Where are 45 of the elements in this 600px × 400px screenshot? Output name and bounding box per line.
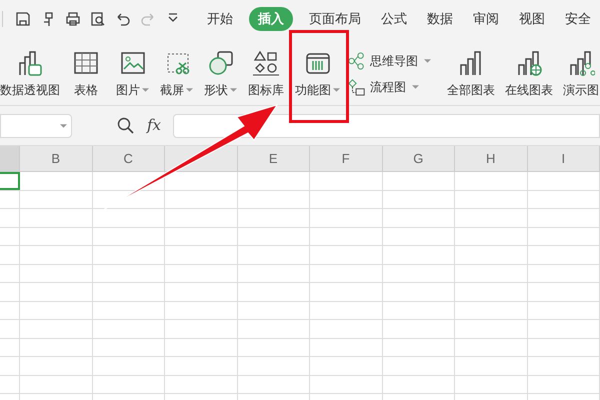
print-preview-icon[interactable] bbox=[90, 11, 106, 27]
menu-tab[interactable]: 审阅 bbox=[469, 7, 503, 31]
zoom-icon[interactable] bbox=[117, 116, 135, 134]
ribbon-button[interactable]: 截屏 bbox=[156, 48, 197, 98]
column-header[interactable]: F bbox=[310, 146, 382, 171]
caret-icon bbox=[230, 88, 237, 92]
caret-icon bbox=[412, 84, 419, 88]
ribbon-button[interactable]: 图标库 bbox=[244, 48, 288, 98]
menu-tab[interactable]: 安全 bbox=[561, 7, 595, 31]
caret-icon bbox=[186, 88, 193, 92]
caret-icon bbox=[424, 58, 431, 62]
caret-icon bbox=[60, 124, 67, 128]
menu-tab[interactable]: 视图 bbox=[515, 7, 549, 31]
print-icon[interactable] bbox=[65, 11, 81, 27]
menu-tab[interactable]: 公式 bbox=[377, 7, 411, 31]
ribbon-button[interactable]: 形状 bbox=[200, 48, 241, 98]
caret-icon bbox=[333, 88, 340, 92]
ribbon-button[interactable]: 在线图表 bbox=[501, 48, 557, 98]
ribbon-button[interactable]: 流程图 bbox=[348, 74, 431, 98]
ribbon-icon bbox=[348, 78, 366, 96]
column-header[interactable]: H bbox=[455, 146, 528, 171]
column-header[interactable]: B bbox=[20, 146, 92, 171]
column-header[interactable]: E bbox=[238, 146, 310, 171]
active-cell[interactable] bbox=[0, 172, 20, 190]
ribbon-button[interactable]: 数据透视图 bbox=[0, 48, 64, 98]
formula-input[interactable] bbox=[173, 114, 600, 138]
save-icon[interactable] bbox=[15, 11, 31, 27]
menu-tab[interactable]: 开始 bbox=[203, 7, 237, 31]
ribbon-button[interactable]: 图片 bbox=[112, 48, 153, 98]
ribbon-icon bbox=[348, 52, 366, 70]
function-label[interactable]: fx bbox=[147, 114, 162, 137]
ribbon-button[interactable]: 表格 bbox=[68, 48, 104, 98]
ribbon-button[interactable]: 思维导图 bbox=[348, 48, 431, 72]
ribbon-icon bbox=[206, 48, 234, 76]
undo-icon[interactable] bbox=[115, 11, 131, 27]
column-header[interactable]: C bbox=[92, 146, 165, 171]
ribbon-button[interactable]: 全部图表 bbox=[443, 48, 499, 98]
ribbon-button[interactable]: 功能图 bbox=[291, 48, 344, 98]
caret-icon bbox=[142, 88, 149, 92]
menu-tab[interactable]: 页面布局 bbox=[305, 7, 365, 31]
menu-tab[interactable]: 数据 bbox=[423, 7, 457, 31]
ribbon-icon bbox=[252, 48, 280, 76]
ribbon-button[interactable]: 演示图 bbox=[559, 48, 600, 98]
column-header[interactable]: I bbox=[528, 146, 600, 171]
column-header[interactable]: G bbox=[382, 146, 455, 171]
